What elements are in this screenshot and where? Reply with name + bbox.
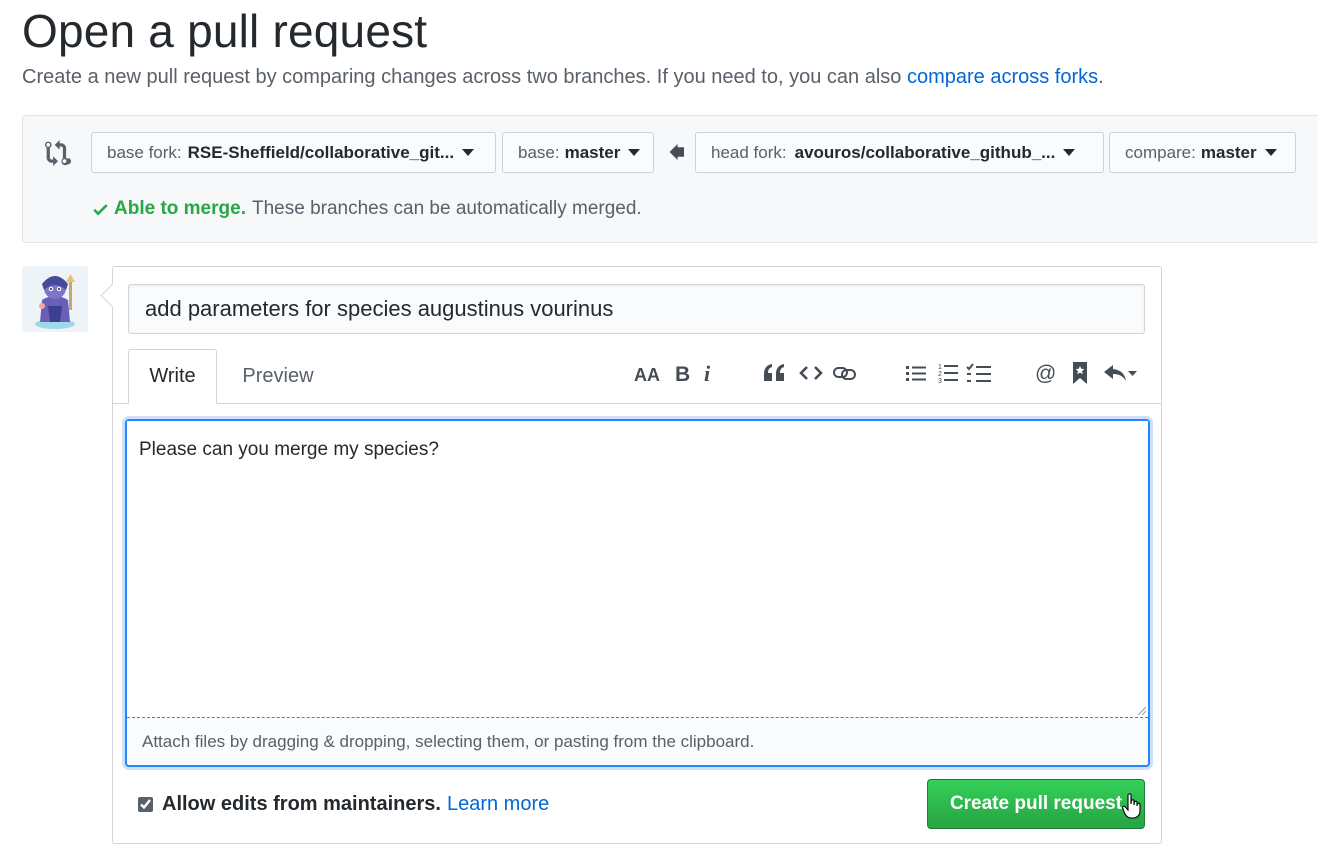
merge-status: Able to merge. These branches can be aut… [91, 198, 642, 220]
svg-text:B: B [675, 363, 690, 384]
arrow-left-icon [669, 144, 684, 160]
resize-grip-icon[interactable] [1136, 705, 1146, 715]
branch-range-editor: base fork: RSE-Sheffield/collaborative_g… [22, 115, 1318, 243]
caret-down-icon [628, 149, 641, 156]
bookmark-icon[interactable] [1069, 359, 1091, 387]
caret-down-icon [1264, 149, 1277, 156]
subtitle-text: Create a new pull request by comparing c… [22, 66, 907, 88]
comment-body-textarea[interactable]: Please can you merge my species? [127, 421, 1148, 717]
octocat-avatar-image [35, 274, 75, 329]
head-fork-select[interactable]: head fork: avouros/collaborative_github_… [695, 132, 1104, 173]
head-fork-label: head fork: [711, 142, 787, 162]
reply-icon[interactable] [1101, 359, 1141, 387]
svg-text:i: i [704, 362, 711, 384]
allow-edits-checkbox[interactable] [138, 797, 153, 812]
unordered-list-icon[interactable] [903, 359, 929, 387]
task-list-icon[interactable] [965, 359, 993, 387]
svg-text:A: A [647, 365, 660, 384]
mention-icon[interactable]: @ [1033, 359, 1059, 387]
tab-preview[interactable]: Preview [233, 349, 323, 404]
page-subtitle: Create a new pull request by comparing c… [22, 66, 1104, 89]
learn-more-link[interactable]: Learn more [447, 793, 549, 816]
base-fork-label: base fork: [107, 142, 182, 162]
compare-across-forks-link[interactable]: compare across forks [907, 66, 1098, 88]
code-icon[interactable] [798, 359, 824, 387]
merge-status-text: These branches can be automatically merg… [251, 198, 642, 219]
tab-write[interactable]: Write [128, 349, 217, 404]
allow-edits-label: Allow edits from maintainers. [162, 793, 441, 815]
avatar[interactable] [22, 266, 88, 332]
compare-branch-select[interactable]: compare: master [1109, 132, 1296, 173]
base-branch-label: base: [518, 142, 560, 162]
base-fork-select[interactable]: base fork: RSE-Sheffield/collaborative_g… [91, 132, 496, 173]
compare-branch-value: master [1200, 142, 1257, 162]
svg-text:1: 1 [938, 364, 942, 371]
pr-title-input[interactable] [128, 284, 1145, 334]
check-icon [93, 203, 108, 215]
git-compare-icon [45, 140, 71, 166]
subtitle-suffix: . [1098, 66, 1104, 88]
comment-editor: Please can you merge my species? Attach … [125, 419, 1150, 767]
svg-text:A: A [634, 365, 647, 384]
page-title: Open a pull request [22, 5, 428, 57]
caret-down-icon [462, 149, 475, 156]
bold-icon[interactable]: B [671, 359, 695, 387]
base-branch-value: master [564, 142, 621, 162]
create-pull-request-button[interactable]: Create pull request [927, 779, 1145, 829]
svg-text:@: @ [1035, 362, 1056, 385]
file-attach-dropzone[interactable]: Attach files by dragging & dropping, sel… [127, 717, 1148, 765]
compare-branch-label: compare: [1125, 142, 1196, 162]
quote-icon[interactable] [761, 359, 787, 387]
head-fork-value: avouros/collaborative_github_... [794, 142, 1056, 162]
svg-text:2: 2 [938, 371, 942, 378]
hand-pointer-icon [1122, 793, 1141, 819]
base-branch-select[interactable]: base: master [502, 132, 654, 173]
link-icon[interactable] [831, 359, 859, 387]
svg-text:3: 3 [938, 378, 942, 384]
merge-status-ok: Able to merge. [114, 198, 246, 219]
ordered-list-icon[interactable]: 123 [935, 359, 961, 387]
pull-request-form: Write Preview AA B i 123 @ Please can yo… [112, 266, 1162, 844]
text-size-icon[interactable]: AA [633, 359, 663, 387]
allow-edits-option[interactable]: Allow edits from maintainers. Learn more [138, 793, 549, 816]
caret-down-icon [1063, 149, 1076, 156]
italic-icon[interactable]: i [699, 359, 719, 387]
base-fork-value: RSE-Sheffield/collaborative_git... [187, 142, 455, 162]
